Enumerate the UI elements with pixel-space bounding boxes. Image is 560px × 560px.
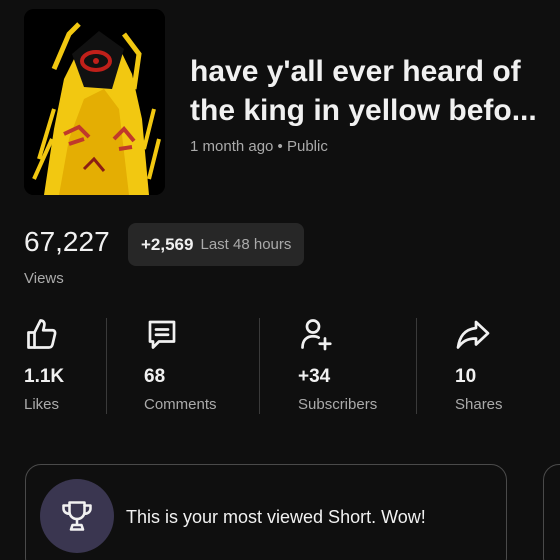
views-count: 67,227 <box>24 226 110 257</box>
comment-icon <box>148 320 176 349</box>
video-meta: 1 month ago • Public <box>190 138 328 155</box>
stat-likes[interactable]: 1.1K Likes <box>24 316 64 413</box>
shares-label: Shares <box>455 396 503 413</box>
achievement-card[interactable]: This is your most viewed Short. Wow! <box>25 464 507 560</box>
king-in-yellow-artwork <box>24 9 165 195</box>
title-line-2: the king in yellow befo... <box>190 94 537 127</box>
trophy-icon <box>62 501 92 531</box>
stat-divider <box>416 318 417 414</box>
views-delta: +2,569 <box>141 234 194 254</box>
comments-label: Comments <box>144 396 217 413</box>
stat-subscribers[interactable]: +34 Subscribers <box>298 316 377 413</box>
next-card-peek[interactable] <box>543 464 560 560</box>
views-label: Views <box>24 270 64 287</box>
views-delta-period: Last 48 hours <box>200 236 292 253</box>
stat-shares[interactable]: 10 Shares <box>455 316 503 413</box>
title-line-1: have y'all ever heard of <box>190 55 521 88</box>
subscribers-label: Subscribers <box>298 396 378 413</box>
comments-count: 68 <box>144 366 166 387</box>
likes-count: 1.1K <box>24 366 65 387</box>
views-delta-pill[interactable]: +2,569 Last 48 hours <box>128 223 305 266</box>
short-thumbnail[interactable] <box>24 9 165 195</box>
trophy-badge <box>40 479 114 553</box>
shares-count: 10 <box>455 366 477 387</box>
stat-comments[interactable]: 68 Comments <box>144 316 217 413</box>
short-title: have y'all ever heard of the king in yel… <box>190 52 550 130</box>
share-icon <box>456 320 490 349</box>
add-person-icon <box>301 319 332 351</box>
likes-label: Likes <box>24 396 60 413</box>
subscribers-count: +34 <box>298 366 331 387</box>
achievement-text: This is your most viewed Short. Wow! <box>126 507 426 527</box>
thumbs-up-icon <box>27 319 57 349</box>
stat-divider <box>259 318 260 414</box>
stat-divider <box>106 318 107 414</box>
